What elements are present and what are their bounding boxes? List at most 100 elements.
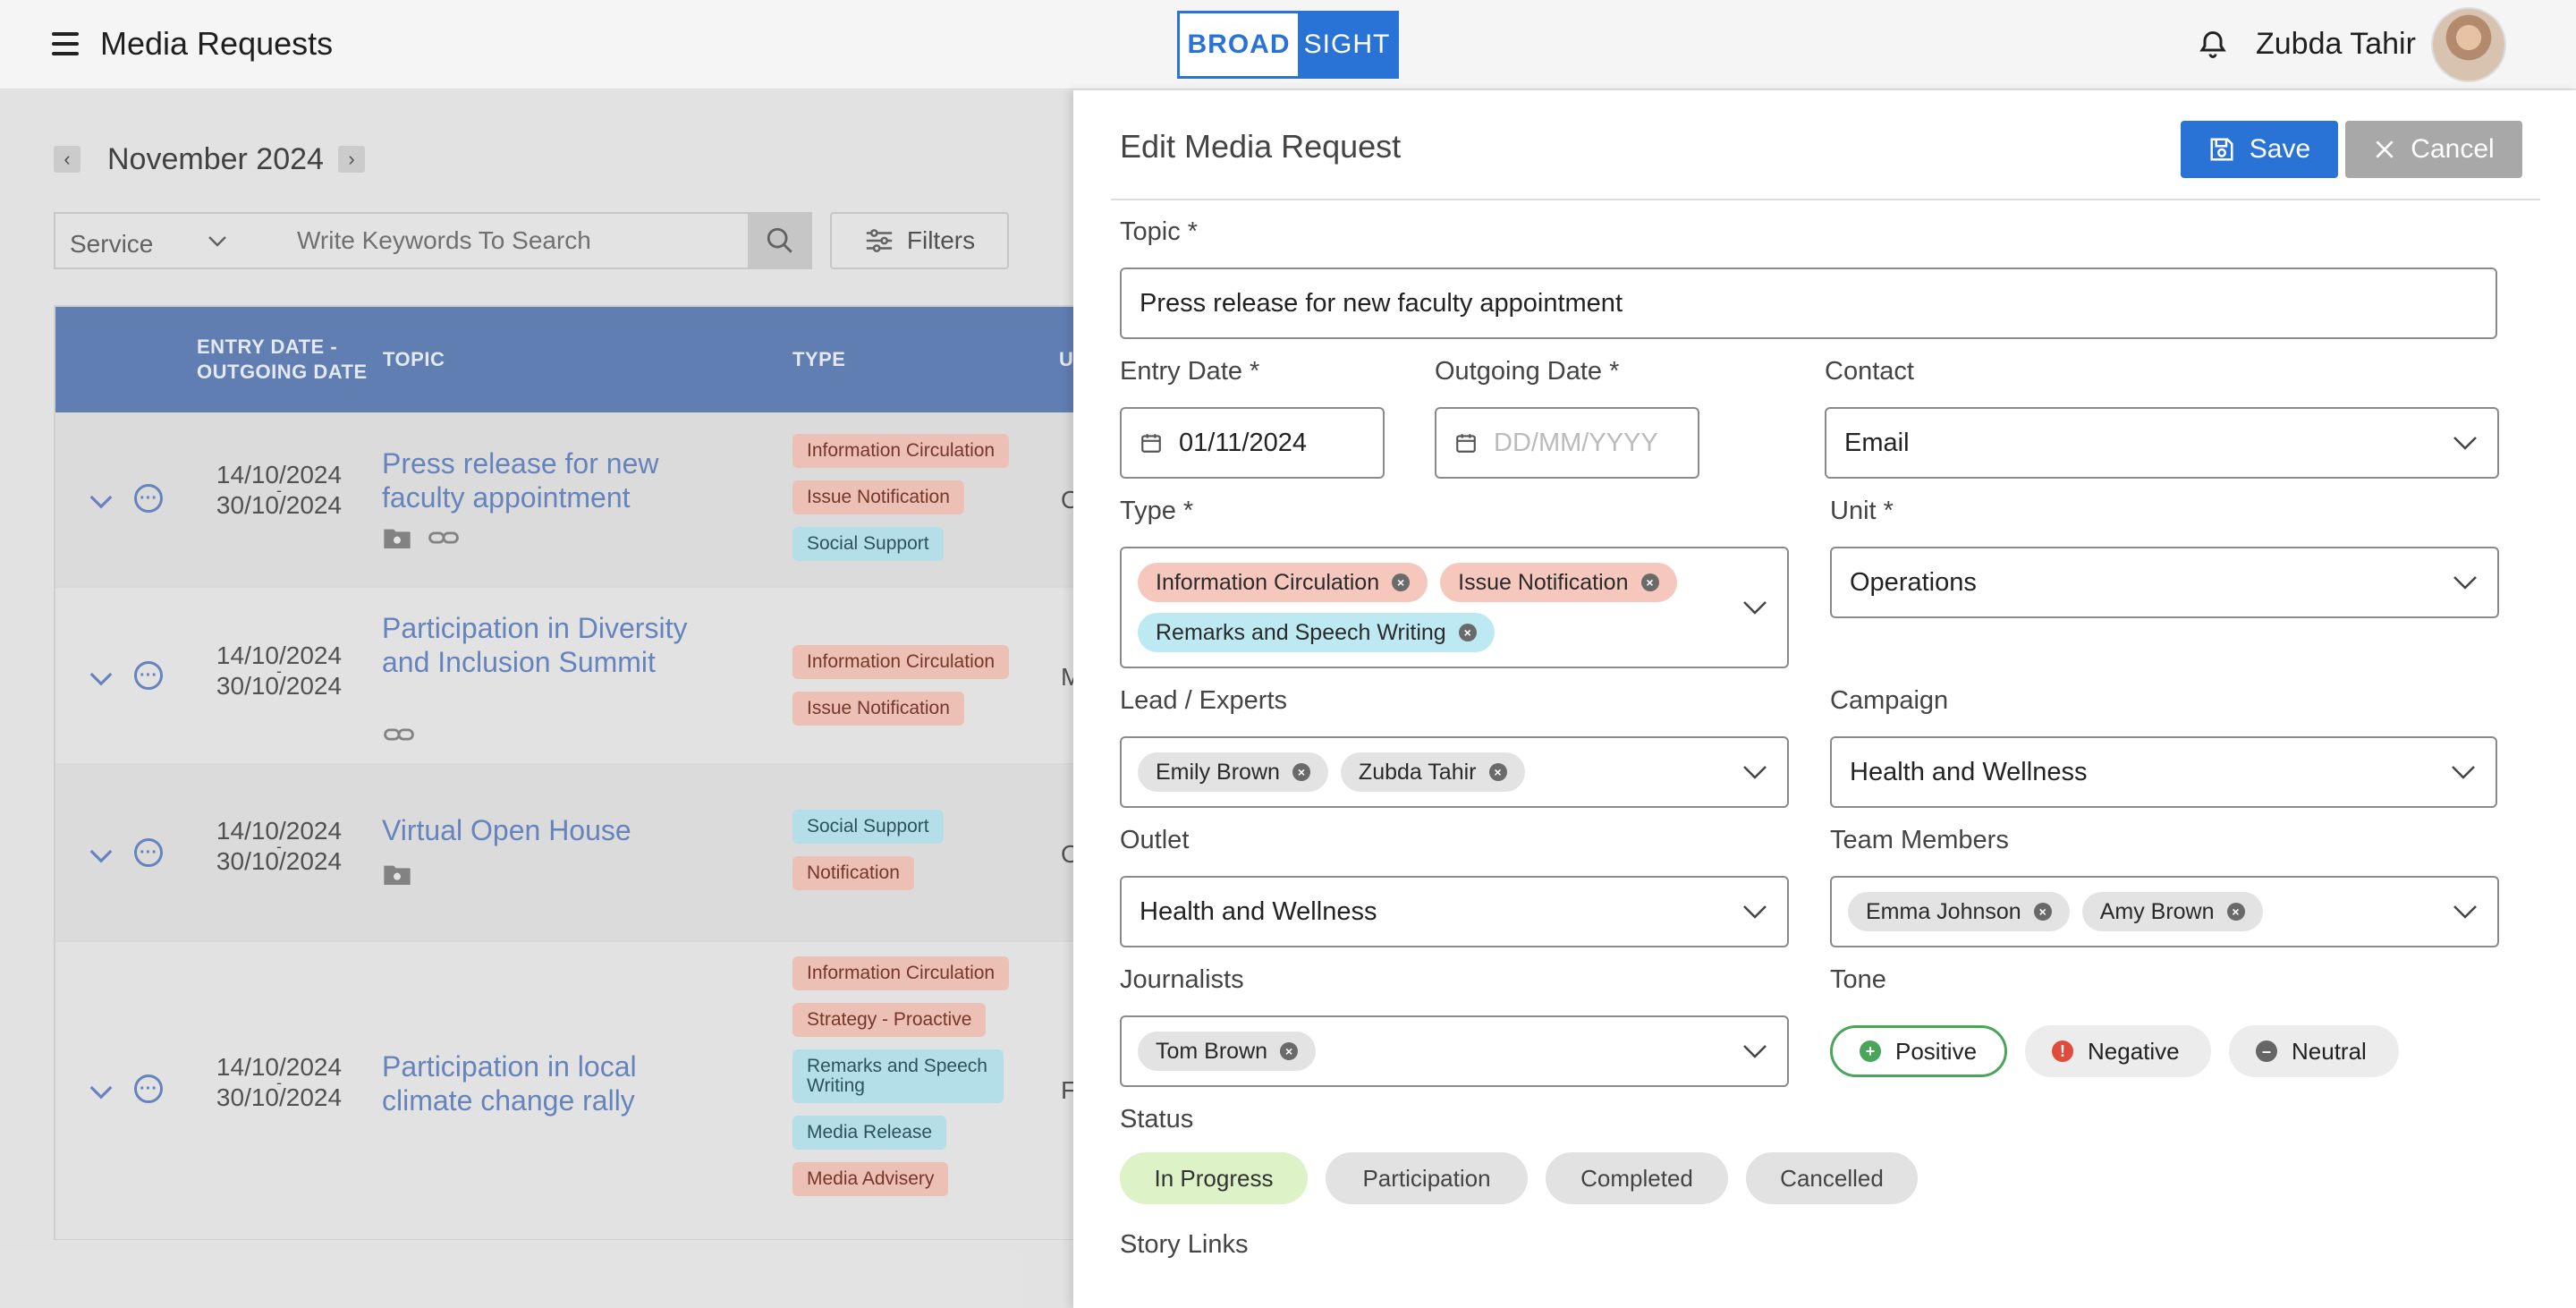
- journalist-tag-label: Tom Brown: [1156, 1038, 1268, 1064]
- notification-bell-icon[interactable]: [2197, 29, 2229, 61]
- calendar-icon[interactable]: [1140, 431, 1163, 454]
- chevron-down-icon[interactable]: [88, 1078, 114, 1105]
- more-options-icon[interactable]: ···: [134, 1074, 163, 1103]
- filters-label: Filters: [906, 226, 976, 254]
- more-options-icon[interactable]: ···: [134, 484, 163, 513]
- table-row[interactable]: ··· 14/10/2024 - 30/10/2024 Press releas…: [55, 412, 1093, 588]
- folder-settings-icon[interactable]: [383, 862, 411, 887]
- row-topic-link[interactable]: Press release for new faculty appointmen…: [382, 446, 731, 514]
- row-type-chips: Information Circulation Issue Notificati…: [792, 434, 1025, 573]
- type-tag-label: Remarks and Speech Writing: [1156, 619, 1446, 645]
- column-header-dates[interactable]: ENTRY DATE - OUTGOING DATE: [197, 307, 385, 412]
- contact-select[interactable]: Email: [1825, 407, 2499, 479]
- column-header-type[interactable]: TYPE: [792, 307, 845, 412]
- column-header-unit[interactable]: U: [1059, 307, 1073, 412]
- team-members-label: Team Members: [1830, 826, 2009, 854]
- remove-tag-icon[interactable]: ×: [1280, 1042, 1299, 1060]
- filters-button[interactable]: Filters: [830, 212, 1009, 269]
- more-options-icon[interactable]: ···: [134, 838, 163, 867]
- row-topic-link[interactable]: Participation in Diversity and Inclusion…: [382, 611, 722, 679]
- status-participation[interactable]: Participation: [1326, 1152, 1528, 1204]
- campaign-value: Health and Wellness: [1850, 757, 2088, 786]
- search-button[interactable]: [748, 212, 812, 269]
- unit-select[interactable]: Operations: [1830, 547, 2499, 618]
- tone-negative[interactable]: ! Negative: [2025, 1025, 2211, 1077]
- service-select-label: Service: [70, 230, 154, 258]
- remove-tag-icon[interactable]: ×: [1458, 624, 1477, 641]
- remove-tag-icon[interactable]: ×: [1392, 573, 1411, 591]
- remove-tag-icon[interactable]: ×: [2226, 903, 2245, 921]
- row-type-chips: Information Circulation Issue Notificati…: [792, 645, 1025, 738]
- status-cancelled[interactable]: Cancelled: [1746, 1152, 1918, 1204]
- status-in-progress[interactable]: In Progress: [1120, 1152, 1308, 1204]
- table-row[interactable]: ··· 14/10/2024 - 30/10/2024 Participatio…: [55, 588, 1093, 765]
- column-header-topic[interactable]: TOPIC: [383, 307, 445, 412]
- contact-label: Contact: [1825, 357, 1914, 386]
- unit-value: Operations: [1850, 567, 1977, 597]
- unit-label: Unit *: [1830, 497, 1894, 525]
- status-completed[interactable]: Completed: [1546, 1152, 1728, 1204]
- prev-month-button[interactable]: ‹: [54, 146, 80, 173]
- more-options-icon[interactable]: ···: [134, 661, 163, 690]
- calendar-icon[interactable]: [1454, 431, 1478, 454]
- alert-circle-icon: !: [2052, 1040, 2073, 1062]
- month-label: November 2024: [107, 142, 324, 176]
- remove-tag-icon[interactable]: ×: [1488, 763, 1507, 781]
- campaign-label: Campaign: [1830, 686, 1949, 715]
- type-label: Type *: [1120, 497, 1194, 525]
- row-dates: 14/10/2024 - 30/10/2024: [199, 463, 360, 518]
- chevron-down-icon: [1743, 601, 1767, 615]
- chevron-down-icon[interactable]: [88, 488, 114, 514]
- topic-input[interactable]: Press release for new faculty appointmen…: [1120, 268, 2497, 339]
- entry-date-value: 01/11/2024: [1179, 428, 1307, 457]
- contact-value: Email: [1844, 428, 1910, 457]
- type-chip: Strategy - Proactive: [792, 1003, 987, 1037]
- lead-multiselect[interactable]: Emily Brown × Zubda Tahir ×: [1120, 736, 1789, 808]
- chevron-down-icon[interactable]: [88, 842, 114, 869]
- chevron-down-icon[interactable]: [88, 665, 114, 692]
- team-members-multiselect[interactable]: Emma Johnson × Amy Brown ×: [1830, 876, 2499, 947]
- avatar[interactable]: [2431, 7, 2506, 82]
- chevron-down-icon: [2453, 905, 2477, 919]
- chevron-down-icon: [2453, 576, 2477, 590]
- save-button[interactable]: Save: [2181, 121, 2338, 178]
- outgoing-date-field[interactable]: DD/MM/YYYY: [1435, 407, 1699, 479]
- remove-tag-icon[interactable]: ×: [1640, 573, 1659, 591]
- row-topic-link[interactable]: Participation in local climate change ra…: [382, 1049, 704, 1117]
- logo-sight-text: SIGHT: [1298, 13, 1396, 76]
- user-name[interactable]: Zubda Tahir: [2256, 27, 2416, 62]
- outlet-value: Health and Wellness: [1140, 896, 1377, 926]
- floppy-save-icon: [2210, 138, 2233, 161]
- entry-date-field[interactable]: 01/11/2024: [1120, 407, 1385, 479]
- table-row[interactable]: ··· 14/10/2024 - 30/10/2024 Participatio…: [55, 942, 1093, 1239]
- status-label: Status: [1120, 1105, 1194, 1134]
- header-divider: [1111, 199, 2540, 200]
- type-chip: Media Release: [792, 1116, 947, 1150]
- journalists-multiselect[interactable]: Tom Brown ×: [1120, 1015, 1789, 1087]
- link-icon[interactable]: [428, 525, 460, 550]
- remove-tag-icon[interactable]: ×: [1292, 763, 1310, 781]
- journalists-label: Journalists: [1120, 965, 1244, 994]
- save-label: Save: [2249, 134, 2311, 164]
- tone-neutral[interactable]: – Neutral: [2229, 1025, 2399, 1077]
- hamburger-menu-icon[interactable]: [52, 32, 79, 57]
- search-icon: [767, 227, 792, 253]
- remove-tag-icon[interactable]: ×: [2033, 903, 2052, 921]
- type-chip: Information Circulation: [792, 956, 1010, 990]
- lead-tag: Zubda Tahir ×: [1340, 752, 1525, 792]
- link-icon[interactable]: [383, 722, 415, 747]
- filter-sliders-icon: [866, 229, 893, 252]
- tone-positive[interactable]: + Positive: [1830, 1025, 2007, 1077]
- table-row[interactable]: ··· 14/10/2024 - 30/10/2024 Virtual Open…: [55, 765, 1093, 942]
- outlet-select[interactable]: Health and Wellness: [1120, 876, 1789, 947]
- folder-settings-icon[interactable]: [383, 525, 411, 550]
- row-topic-link[interactable]: Virtual Open House: [382, 813, 740, 847]
- next-month-button[interactable]: ›: [338, 146, 365, 173]
- type-chip: Social Support: [792, 527, 944, 561]
- cancel-button[interactable]: Cancel: [2345, 121, 2522, 178]
- search-input[interactable]: [243, 212, 750, 269]
- campaign-select[interactable]: Health and Wellness: [1830, 736, 2497, 808]
- type-multiselect[interactable]: Information Circulation × Issue Notificat…: [1120, 547, 1789, 668]
- type-tag: Information Circulation ×: [1138, 563, 1428, 602]
- service-select[interactable]: Service: [54, 212, 245, 269]
